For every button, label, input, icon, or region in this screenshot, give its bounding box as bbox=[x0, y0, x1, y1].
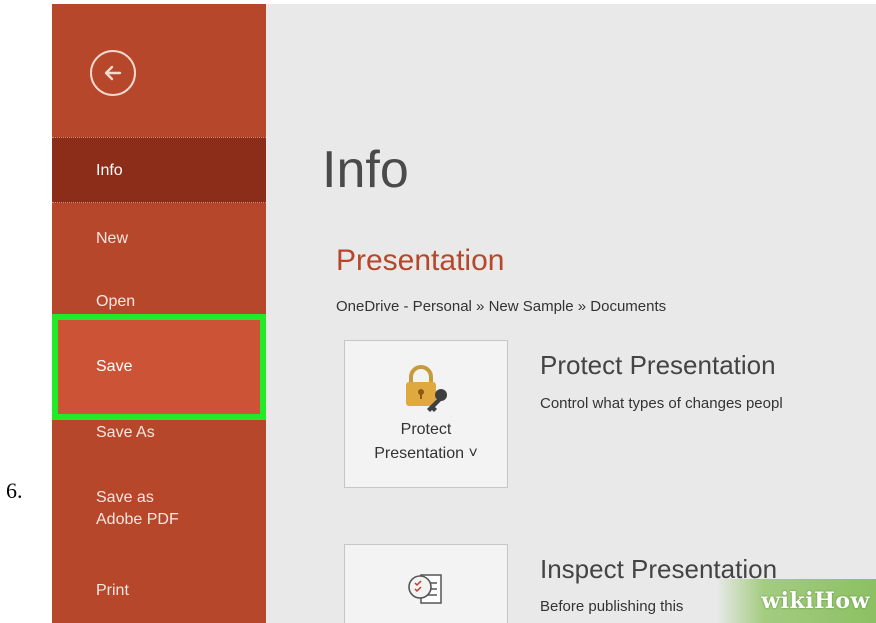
sidebar-item-label: Save as Adobe PDF bbox=[96, 489, 179, 528]
sidebar-item-info[interactable]: Info bbox=[52, 137, 266, 203]
protect-presentation-button[interactable]: Protect Presentation ˅ bbox=[344, 340, 508, 488]
protect-presentation-description: Control what types of changes peopl bbox=[540, 395, 783, 412]
save-highlight-box bbox=[52, 314, 266, 420]
section-title: Presentation bbox=[336, 244, 505, 277]
watermark-text: wikiHow bbox=[761, 588, 870, 614]
sidebar-item-label: Open bbox=[96, 293, 136, 310]
page-title: Info bbox=[322, 141, 409, 199]
back-button[interactable] bbox=[90, 50, 136, 96]
back-arrow-icon bbox=[104, 65, 122, 81]
wikihow-watermark: wikiHow bbox=[716, 579, 876, 623]
sidebar-item-new[interactable]: New bbox=[52, 224, 266, 254]
step-number: 6. bbox=[6, 478, 23, 503]
sidebar-item-label: Info bbox=[96, 162, 123, 179]
info-pane: Info Presentation OneDrive - Personal » … bbox=[266, 4, 876, 623]
sidebar-item-label: Print bbox=[96, 582, 129, 599]
sidebar-item-label: Save As bbox=[96, 424, 155, 441]
protect-button-label-line1: Protect bbox=[400, 421, 452, 438]
sidebar-item-open[interactable]: Open bbox=[52, 287, 266, 317]
sidebar-item-save-as-adobe-pdf[interactable]: Save as Adobe PDF bbox=[52, 487, 202, 531]
inspect-presentation-description: Before publishing this bbox=[540, 598, 684, 615]
breadcrumb[interactable]: OneDrive - Personal » New Sample » Docum… bbox=[336, 298, 666, 315]
inspect-presentation-button[interactable] bbox=[344, 544, 508, 623]
backstage-sidebar: Info New Open Save Save As Save as Adobe… bbox=[52, 4, 266, 623]
inspect-document-icon bbox=[408, 574, 442, 604]
protect-button-label-line2: Presentation ˅ bbox=[374, 445, 478, 462]
sidebar-item-print[interactable]: Print bbox=[52, 576, 266, 606]
sidebar-item-label: New bbox=[96, 230, 129, 247]
sidebar-item-save-as[interactable]: Save As bbox=[52, 418, 266, 448]
protect-presentation-heading: Protect Presentation bbox=[540, 350, 776, 380]
lock-key-icon bbox=[406, 365, 447, 412]
powerpoint-backstage: Info New Open Save Save As Save as Adobe… bbox=[52, 4, 876, 623]
